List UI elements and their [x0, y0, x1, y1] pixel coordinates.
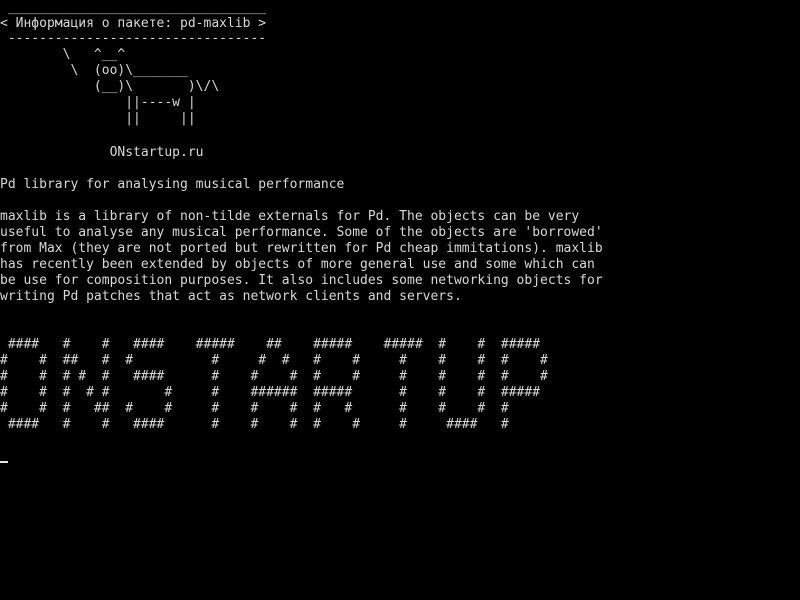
package-summary: Pd library for analysing musical perform…: [0, 177, 345, 192]
cow-art-line: (__)\ )\/\: [0, 79, 220, 94]
banner-line: #### # # #### ##### ## ##### ##### # # #…: [0, 337, 541, 352]
bubble-top-border: _________________________________: [0, 0, 267, 15]
terminal-screen[interactable]: _________________________________ < Инфо…: [0, 0, 800, 600]
banner-line: # # # ## # # # # # # # # # # #: [0, 401, 509, 416]
banner-line: #### # # #### # # # # # # #### #: [0, 417, 509, 432]
cow-art-line: \ (oo)\_______: [0, 63, 188, 78]
description-line: writing Pd patches that act as network c…: [0, 289, 462, 304]
text-cursor: [0, 461, 8, 463]
cow-art-line: \ ^__^: [0, 47, 126, 62]
site-name: ONstartup.ru: [0, 145, 204, 160]
description-line: useful to analyse any musical performanc…: [0, 225, 603, 240]
cow-art-line: || ||: [0, 111, 196, 126]
description-line: has recently been extended by objects of…: [0, 257, 595, 272]
bubble-bottom-border: ---------------------------------: [0, 31, 267, 46]
description-line: be use for composition purposes. It also…: [0, 273, 603, 288]
banner-line: # # # # # # # ###### ##### # # # #####: [0, 385, 541, 400]
description-line: from Max (they are not ported but rewrit…: [0, 241, 603, 256]
description-line: maxlib is a library of non-tilde externa…: [0, 209, 580, 224]
banner-line: # # # # # #### # # # # # # # # # #: [0, 369, 548, 384]
bubble-text: < Информация о пакете: pd-maxlib >: [0, 16, 267, 31]
cow-art-line: ||----w |: [0, 95, 196, 110]
banner-line: # # ## # # # # # # # # # # # #: [0, 353, 548, 368]
